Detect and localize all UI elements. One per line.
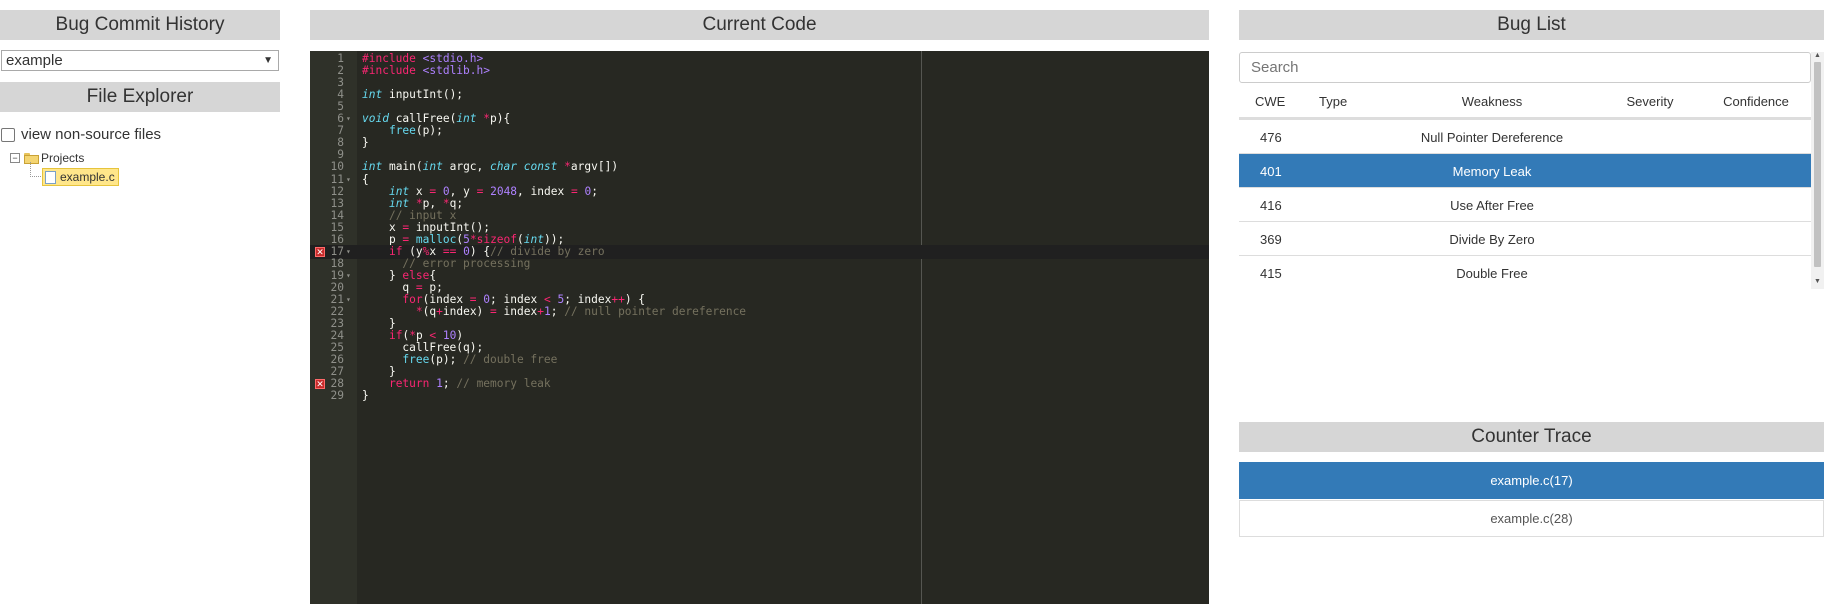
scrollbar-thumb[interactable] xyxy=(1814,62,1821,267)
bug-commit-history-header: Bug Commit History xyxy=(0,10,280,40)
col-header-type[interactable]: Type xyxy=(1319,94,1347,109)
bug-row[interactable]: 369 Divide By Zero xyxy=(1239,221,1813,256)
bug-cwe: 476 xyxy=(1260,130,1282,145)
bug-weakness: Null Pointer Dereference xyxy=(1420,130,1564,145)
bug-cwe: 415 xyxy=(1260,266,1282,281)
col-header-confidence[interactable]: Confidence xyxy=(1711,94,1801,109)
line-number: 29 xyxy=(330,389,344,403)
bug-weakness: Use After Free xyxy=(1450,198,1534,213)
bug-table-header: CWE Type Weakness Severity Confidence xyxy=(1239,87,1813,119)
tree-file-label: example.c xyxy=(60,170,115,184)
tree-file-example-c[interactable]: example.c xyxy=(42,168,119,186)
scroll-up-icon[interactable]: ▲ xyxy=(1814,52,1821,59)
col-header-severity[interactable]: Severity xyxy=(1617,94,1683,109)
bug-weakness: Memory Leak xyxy=(1452,164,1532,179)
counter-trace-header: Counter Trace xyxy=(1239,422,1824,452)
view-nonsource-label: view non-source files xyxy=(21,126,162,143)
code-line[interactable]: 29} xyxy=(310,389,1209,403)
view-nonsource-option[interactable]: view non-source files xyxy=(1,126,161,143)
bug-row[interactable]: 416 Use After Free xyxy=(1239,187,1813,222)
current-code-header: Current Code xyxy=(310,10,1209,40)
bug-row[interactable]: 476 Null Pointer Dereference xyxy=(1239,119,1813,154)
col-header-cwe[interactable]: CWE xyxy=(1255,94,1285,109)
collapse-toggle-icon[interactable]: − xyxy=(10,153,20,163)
dropdown-arrow-icon: ▼ xyxy=(263,55,273,66)
bug-cwe: 369 xyxy=(1260,232,1282,247)
bug-weakness: Divide By Zero xyxy=(1449,232,1535,247)
bug-list-scrollbar[interactable]: ▲ ▼ xyxy=(1811,52,1824,289)
bug-row[interactable]: 415 Double Free xyxy=(1239,255,1813,290)
commit-history-selected-value: example xyxy=(6,52,63,69)
scroll-down-icon[interactable]: ▼ xyxy=(1814,278,1821,285)
bug-cwe: 401 xyxy=(1260,164,1282,179)
tree-folder-projects[interactable]: − Projects xyxy=(10,151,84,165)
col-header-weakness[interactable]: Weakness xyxy=(1375,94,1609,109)
tree-folder-label: Projects xyxy=(41,151,85,165)
bug-row[interactable]: 401 Memory Leak xyxy=(1239,153,1813,188)
code-text: } xyxy=(362,389,369,403)
bug-list-header: Bug List xyxy=(1239,10,1824,40)
code-editor[interactable]: 1 #include <stdio.h> 2 #include <stdlib.h> 3… xyxy=(310,51,1209,604)
commit-history-select[interactable]: example ▼ xyxy=(1,50,279,71)
trace-item[interactable]: example.c(17) xyxy=(1239,462,1824,499)
file-icon xyxy=(45,170,56,184)
file-explorer-header: File Explorer xyxy=(0,82,280,112)
bug-weakness: Double Free xyxy=(1456,266,1528,281)
bug-search-input[interactable] xyxy=(1239,52,1811,83)
view-nonsource-checkbox[interactable] xyxy=(1,127,15,142)
bug-cwe: 416 xyxy=(1260,198,1282,213)
trace-item[interactable]: example.c(28) xyxy=(1239,500,1824,537)
